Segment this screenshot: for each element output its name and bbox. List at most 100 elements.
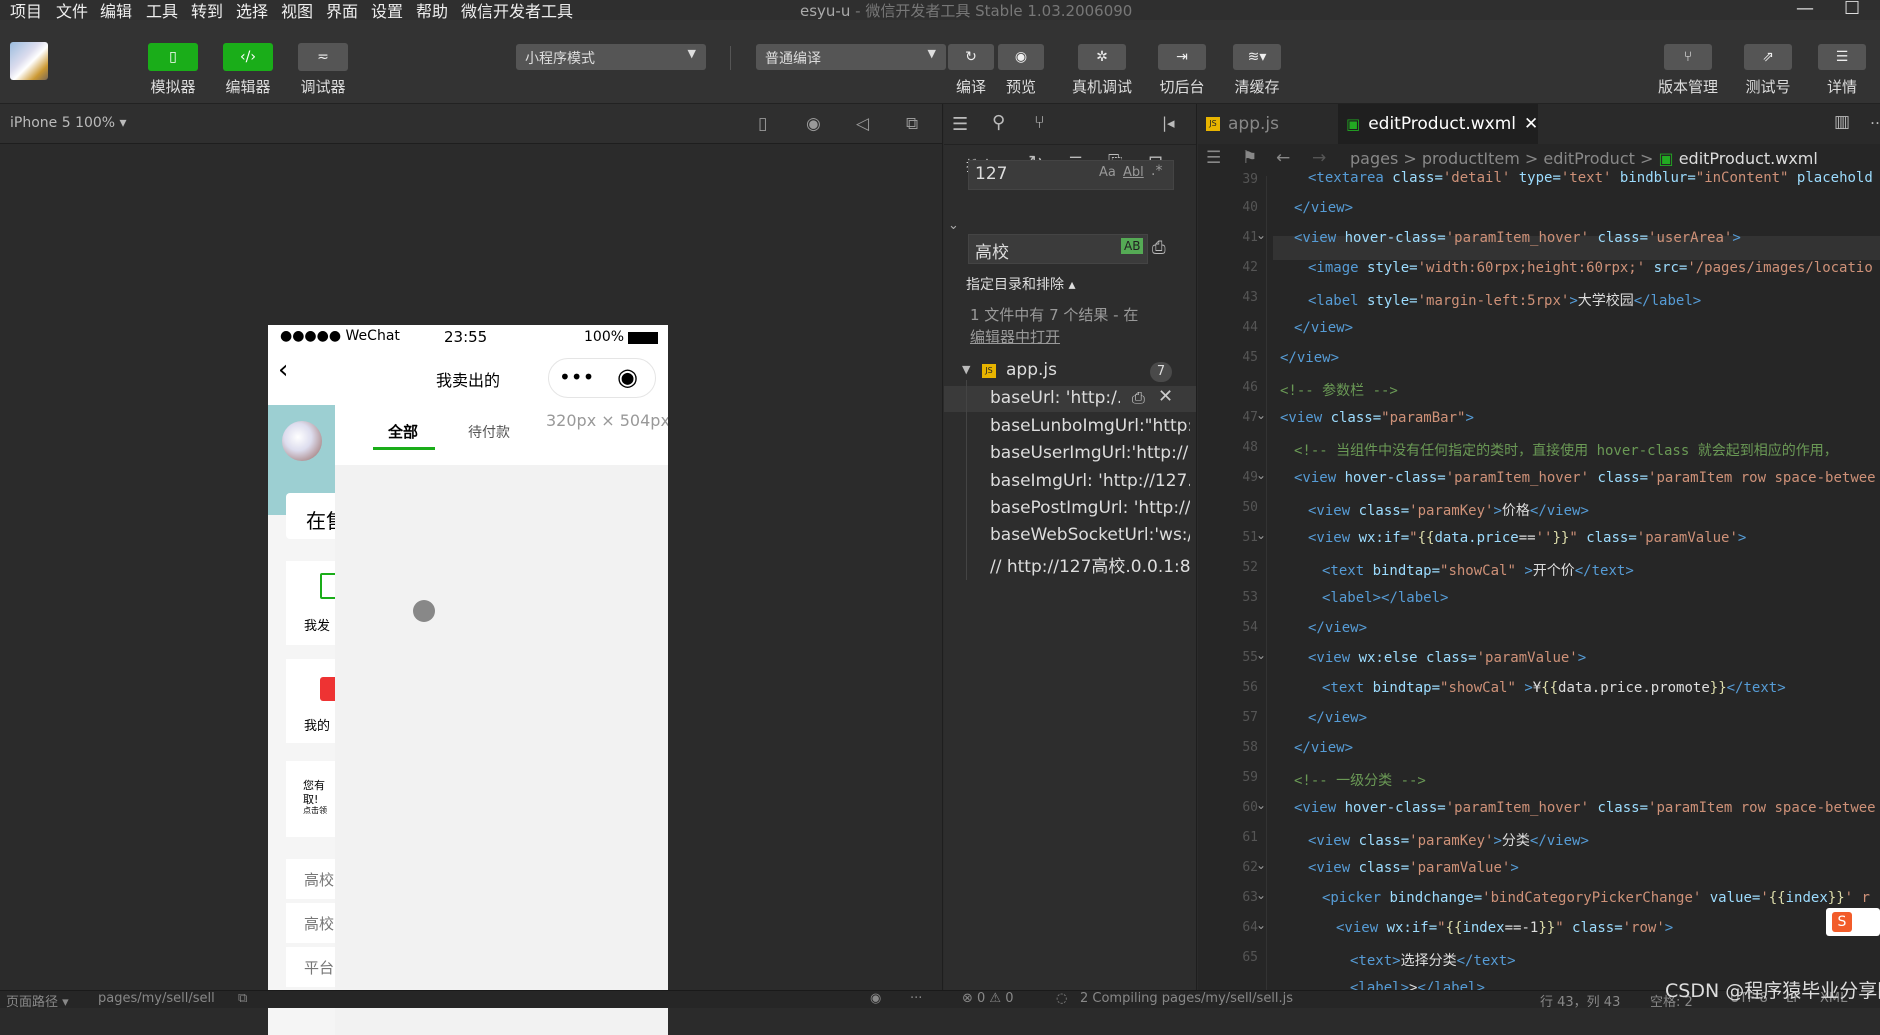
left-item-school-2[interactable]: 高校 [286,903,336,943]
branch-icon[interactable]: ⑂ [1034,112,1045,133]
menu-tools[interactable]: 工具 [146,0,178,22]
replace-icon[interactable]: ⎙ [1132,388,1145,408]
result-file-name[interactable]: app.js [1006,360,1057,380]
editor-button[interactable]: ‹/› [223,43,273,71]
more-icon[interactable]: ··· [910,991,922,1006]
size-overlay: 320px × 504px [546,411,668,430]
preserve-case-toggle[interactable]: AB [1121,238,1144,254]
mode-select[interactable]: 小程序模式 ▼ [516,44,706,70]
search-icon[interactable]: ⚲ [992,112,1005,133]
left-card-mine[interactable]: 我的 [286,659,340,743]
menu-help[interactable]: 帮助 [416,0,448,22]
whole-word-toggle[interactable]: Abl [1123,165,1144,180]
fold-icon[interactable]: ⌄ [1256,888,1266,902]
tab-pending-payment[interactable]: 待付款 [468,422,510,442]
record-icon[interactable]: ◉ [806,114,821,134]
collapse-panel-icon[interactable]: |◂ [1162,114,1175,132]
fold-icon[interactable]: ⌄ [1256,648,1266,662]
search-result-item[interactable]: baseUrl: 'http:/... [990,388,1120,408]
tab-all[interactable]: 全部 [388,421,418,442]
phone-carrier: ●●●●● WeChat [280,328,400,344]
left-card-published[interactable]: 我发 [286,561,338,645]
simulator-button[interactable]: ▯ [148,43,198,71]
fold-icon[interactable]: ⌄ [1256,528,1266,542]
code-line: </view> [1294,320,1354,336]
code-text[interactable]: <textarea class='detail' type='text' bin… [1280,0,1880,990]
project-avatar[interactable] [10,42,48,80]
remote-debug-button[interactable]: ✲ [1078,44,1126,70]
code-line: <view hover-class='paramItem_hover' clas… [1294,470,1876,486]
phone-icon[interactable]: ▯ [758,114,767,134]
left-item-onsale[interactable]: 在售 [286,493,336,539]
debugger-button[interactable]: ≂ [298,43,348,71]
eye-icon[interactable]: ◉ [870,991,881,1006]
left-card-notice[interactable]: 您有 取! 点击领 [286,761,336,837]
clear-cache-button[interactable]: ≋▾ [1233,44,1281,70]
compile-mode-select[interactable]: 普通编译 ▼ [756,44,946,70]
code-line: </view> [1308,710,1368,726]
close-target-icon[interactable]: ◉ [617,363,638,391]
code-line: <view wx:else class='paramValue'> [1308,650,1587,666]
copy-icon[interactable]: ⧉ [238,991,247,1006]
menu-project[interactable]: 项目 [10,0,42,22]
volume-icon[interactable]: ◁ [856,114,869,134]
eye-icon: ◉ [1014,49,1028,65]
replace-input[interactable]: 高校 AB [968,234,1148,264]
menu-view[interactable]: 视图 [281,0,313,22]
search-result-item[interactable]: baseUserImgUrl:'http://... [990,443,1190,463]
left-item-school-1[interactable]: 高校 [286,859,336,899]
menu-select[interactable]: 选择 [236,0,268,22]
fold-icon[interactable]: ⌄ [1256,798,1266,812]
compile-button[interactable]: ↻ [948,44,994,70]
phone-battery: 100% [584,329,625,345]
fold-icon[interactable]: ⌄ [1256,228,1266,242]
fold-icon[interactable]: ⌄ [1256,408,1266,422]
list-icon[interactable]: ☰ [952,114,968,135]
match-case-toggle[interactable]: Aa [1099,165,1116,180]
fold-icon[interactable]: ⌄ [1256,468,1266,482]
menu-interface[interactable]: 界面 [326,0,358,22]
device-select[interactable]: iPhone 5 100% ▾ [10,115,127,131]
line-number: 48 [1242,440,1258,455]
list-icon[interactable]: ☰ [1206,148,1221,168]
menu-settings[interactable]: 设置 [371,0,403,22]
menu-file[interactable]: 文件 [56,0,88,22]
line-number: 42 [1242,260,1258,275]
page-path[interactable]: pages/my/sell/sell [98,991,215,1006]
regex-toggle[interactable]: .* [1151,163,1162,179]
toolbar-divider [730,46,731,70]
menu-wechat-devtools[interactable]: 微信开发者工具 [461,0,573,22]
search-result-item[interactable]: // http://127高校.0.0.1:8... [990,552,1190,577]
chevron-down-icon[interactable]: ⌄ [948,218,959,233]
fold-icon[interactable]: ⌄ [1256,918,1266,932]
back-icon[interactable]: ‹ [278,355,288,385]
scope-toggle[interactable]: 指定目录和排除 ▴ [966,274,1075,294]
search-result-item[interactable]: baseImgUrl: 'http://127... [990,471,1190,491]
background-label: 切后台 [1159,78,1205,96]
fold-icon[interactable]: ⌄ [1256,858,1266,872]
window-icon[interactable]: ⧉ [906,114,918,134]
preview-label: 预览 [1005,78,1036,96]
tab-active-indicator [373,447,435,450]
preview-button[interactable]: ◉ [998,44,1044,70]
search-input[interactable]: 127 Aa Abl .* [968,160,1174,190]
open-in-editor-link[interactable]: 编辑器中打开 [970,326,1060,347]
csdn-floating-widget[interactable]: S [1826,908,1880,936]
menu-edit[interactable]: 编辑 [100,0,132,22]
search-result-item[interactable]: baseLunboImgUrl:"http:... [990,416,1190,436]
chevron-down-icon[interactable]: ▼ [962,363,970,376]
more-icon[interactable]: ••• [559,365,594,389]
close-icon[interactable]: ✕ [1158,386,1173,407]
search-result-item[interactable]: basePostImgUrl: 'http://... [990,498,1190,518]
background-button[interactable]: ⇥ [1158,44,1206,70]
simulator-label: 模拟器 [150,78,196,96]
left-item-platform[interactable]: 平台 [286,947,336,987]
cursor-position[interactable]: 行 43，列 43 [1540,991,1620,1010]
search-result-item[interactable]: baseWebSocketUrl:'ws:/... [990,525,1190,545]
replace-all-icon[interactable]: ⎙ [1152,238,1166,258]
page-path-label[interactable]: 页面路径 ▾ [6,991,69,1010]
problems-indicator[interactable]: ⊗ 0 ⚠ 0 [962,991,1014,1006]
line-number: 60 [1242,800,1258,815]
menu-goto[interactable]: 转到 [191,0,223,22]
bookmark-icon[interactable]: ⚑ [1242,148,1257,168]
